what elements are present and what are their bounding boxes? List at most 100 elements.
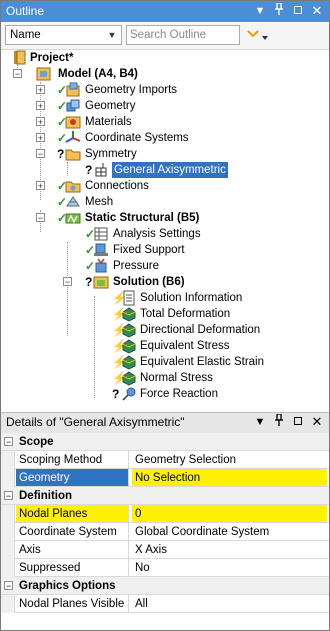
search-outline-input[interactable]: Search Outline	[126, 25, 240, 45]
row-suppressed[interactable]: Suppressed No	[1, 559, 329, 577]
expand-icon[interactable]: +	[36, 117, 45, 127]
tree-label-symmetry: Symmetry	[85, 148, 137, 160]
search-placeholder: Search Outline	[130, 29, 207, 41]
scoping-method-value[interactable]: Geometry Selection	[132, 451, 327, 468]
result-icon	[121, 354, 137, 370]
details-titlebar: Details of "General Axisymmetric" ▼ ✕	[1, 412, 329, 434]
static-structural-icon	[65, 210, 81, 226]
group-label-definition: Definition	[19, 490, 73, 502]
group-label-scope: Scope	[19, 436, 54, 448]
solution-icon	[93, 274, 109, 290]
materials-icon	[65, 114, 81, 130]
collapse-icon[interactable]: −	[63, 277, 72, 287]
connections-icon	[65, 178, 81, 194]
row-nodal-planes[interactable]: Nodal Planes 0	[1, 505, 329, 523]
collapse-icon[interactable]: −	[4, 491, 13, 501]
suppressed-value[interactable]: No	[132, 559, 327, 576]
row-scoping-method[interactable]: Scoping Method Geometry Selection	[1, 451, 329, 469]
group-definition[interactable]: − Definition	[1, 487, 329, 505]
tree-label-geometry: Geometry	[85, 100, 136, 112]
close-icon[interactable]: ✕	[309, 414, 325, 430]
axis-label: Axis	[19, 544, 41, 556]
maximize-icon[interactable]	[290, 3, 306, 19]
result-icon	[121, 370, 137, 386]
mesh-icon	[65, 194, 81, 210]
outline-title: Outline	[6, 4, 45, 18]
filter-icon[interactable]	[245, 26, 273, 44]
tree-label-static-structural: Static Structural (B5)	[85, 212, 200, 224]
pin-icon[interactable]	[271, 413, 287, 430]
outline-titlebar: Outline ▼ ✕	[1, 1, 329, 22]
dropdown-arrow-icon[interactable]: ▼	[252, 3, 268, 19]
tree-label-coordinate-systems: Coordinate Systems	[85, 132, 189, 144]
result-icon	[121, 322, 137, 338]
dropdown-arrow-icon[interactable]: ▼	[252, 414, 268, 430]
tree-label-geometry-imports: Geometry Imports	[85, 84, 178, 96]
coordinate-system-value[interactable]: Global Coordinate System	[132, 523, 327, 540]
group-label-graphics-options: Graphics Options	[19, 580, 116, 592]
details-grid: − Scope Scoping Method Geometry Selectio…	[1, 433, 329, 628]
tree-label-project: Project*	[30, 52, 74, 64]
group-scope[interactable]: − Scope	[1, 433, 329, 451]
row-nodal-planes-visible[interactable]: Nodal Planes Visible All	[1, 595, 329, 613]
fixed-support-icon	[93, 242, 109, 258]
symmetry-folder-icon	[65, 146, 81, 162]
axisymmetric-icon	[93, 162, 109, 178]
app-frame: Outline ▼ ✕ Name ▼ Search Outline Projec…	[0, 0, 330, 631]
tree-label-mesh: Mesh	[85, 196, 114, 208]
group-graphics-options[interactable]: − Graphics Options	[1, 577, 329, 595]
geometry-imports-icon	[65, 82, 81, 98]
collapse-icon[interactable]: −	[13, 69, 22, 79]
row-geometry[interactable]: Geometry No Selection	[1, 469, 329, 487]
tree-label-solution-information: Solution Information	[140, 292, 243, 304]
tree-label-directional-deformation: Directional Deformation	[140, 324, 261, 336]
chevron-down-icon[interactable]: ▼	[105, 27, 119, 43]
expand-icon[interactable]: +	[36, 133, 45, 143]
model-icon	[36, 66, 52, 82]
tree-label-normal-stress: Normal Stress	[140, 372, 213, 384]
tree-label-connections: Connections	[85, 180, 149, 192]
row-axis[interactable]: Axis X Axis	[1, 541, 329, 559]
analysis-settings-icon	[93, 226, 109, 242]
geometry-label: Geometry	[19, 472, 70, 484]
tree-label-equivalent-elastic-strain: Equivalent Elastic Strain	[140, 356, 265, 368]
suppressed-label: Suppressed	[19, 562, 81, 574]
project-icon	[11, 50, 27, 66]
tree-label-pressure: Pressure	[113, 260, 160, 272]
nodal-planes-visible-label: Nodal Planes Visible	[19, 598, 125, 610]
tree-label-equivalent-stress: Equivalent Stress	[140, 340, 230, 352]
axis-value[interactable]: X Axis	[132, 541, 327, 558]
combo-value: Name	[10, 29, 41, 41]
scoping-method-label: Scoping Method	[19, 454, 103, 466]
coordinate-system-label: Coordinate System	[19, 526, 117, 538]
expand-icon[interactable]: +	[36, 85, 45, 95]
pin-icon[interactable]	[271, 2, 287, 19]
geometry-icon	[65, 98, 81, 114]
tree-label-solution: Solution (B6)	[113, 276, 185, 288]
expand-icon[interactable]: +	[36, 181, 45, 191]
nodal-planes-visible-value[interactable]: All	[132, 595, 327, 612]
tree-label-general-axisymmetric: General Axisymmetric	[112, 162, 228, 178]
maximize-icon[interactable]	[290, 414, 306, 430]
tree-label-total-deformation: Total Deformation	[140, 308, 231, 320]
coordinate-systems-icon	[65, 130, 81, 146]
collapse-icon[interactable]: −	[4, 437, 13, 447]
geometry-value[interactable]: No Selection	[132, 469, 327, 486]
tree-label-model: Model (A4, B4)	[58, 68, 138, 80]
expand-icon[interactable]: +	[36, 101, 45, 111]
result-icon	[121, 306, 137, 322]
collapse-icon[interactable]: −	[36, 149, 45, 159]
tree-label-analysis-settings: Analysis Settings	[113, 228, 201, 240]
name-filter-combo[interactable]: Name ▼	[5, 25, 122, 45]
collapse-icon[interactable]: −	[4, 581, 13, 591]
row-coordinate-system[interactable]: Coordinate System Global Coordinate Syst…	[1, 523, 329, 541]
details-title: Details of "General Axisymmetric"	[6, 415, 185, 429]
nodal-planes-value[interactable]: 0	[132, 505, 327, 522]
solution-information-icon	[121, 290, 137, 306]
tree-label-materials: Materials	[85, 116, 132, 128]
pressure-icon	[93, 258, 109, 274]
close-icon[interactable]: ✕	[309, 3, 325, 19]
collapse-icon[interactable]: −	[36, 213, 45, 223]
nodal-planes-label: Nodal Planes	[19, 508, 88, 520]
probe-icon	[121, 386, 137, 402]
